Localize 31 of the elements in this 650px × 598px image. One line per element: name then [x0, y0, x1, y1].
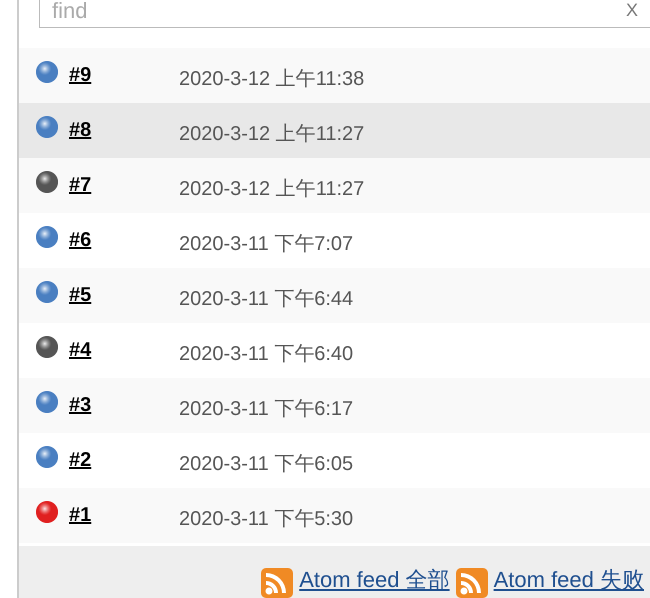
build-row[interactable]: #9 2020-3-12 上午11:38: [19, 48, 650, 103]
build-number-link[interactable]: #3: [69, 390, 179, 420]
build-row[interactable]: #8 2020-3-12 上午11:27: [19, 103, 650, 158]
build-number-link[interactable]: #9: [69, 60, 179, 90]
build-time: 2020-3-11 下午6:44: [179, 287, 354, 312]
build-time: 2020-3-11 下午7:07: [179, 232, 354, 257]
build-row[interactable]: #5 2020-3-11 下午6:44: [19, 268, 650, 323]
build-time: 2020-3-11 下午6:17: [179, 397, 354, 422]
search-placeholder: find: [52, 0, 88, 24]
build-number-link[interactable]: #5: [69, 280, 179, 310]
build-time: 2020-3-11 下午5:30: [179, 507, 354, 532]
clear-search-button[interactable]: X: [626, 0, 638, 24]
build-time: 2020-3-11 下午6:40: [179, 342, 354, 367]
build-time: 2020-3-12 上午11:27: [179, 122, 364, 147]
build-number-link[interactable]: #4: [69, 335, 179, 365]
build-number-link[interactable]: #6: [69, 225, 179, 255]
build-time: 2020-3-12 上午11:27: [179, 177, 364, 202]
build-number-link[interactable]: #1: [69, 500, 179, 530]
atom-feed-link[interactable]: Atom feed 失败: [494, 563, 644, 596]
rss-feed-icon: [456, 568, 488, 598]
build-number-link[interactable]: #2: [69, 445, 179, 475]
search-field[interactable]: find X: [39, 0, 650, 28]
rss-feed-icon: [261, 568, 294, 598]
build-row[interactable]: #1 2020-3-11 下午5:30: [19, 488, 650, 543]
atom-feed-link[interactable]: Atom feed 全部: [299, 563, 450, 596]
build-row[interactable]: #7 2020-3-12 上午11:27: [19, 158, 650, 213]
build-number-link[interactable]: #8: [69, 115, 179, 145]
build-row[interactable]: #3 2020-3-11 下午6:17: [19, 378, 650, 433]
build-time: 2020-3-11 下午6:05: [179, 452, 354, 477]
build-number-link[interactable]: #7: [69, 170, 179, 200]
build-time: 2020-3-12 上午11:38: [179, 67, 364, 92]
